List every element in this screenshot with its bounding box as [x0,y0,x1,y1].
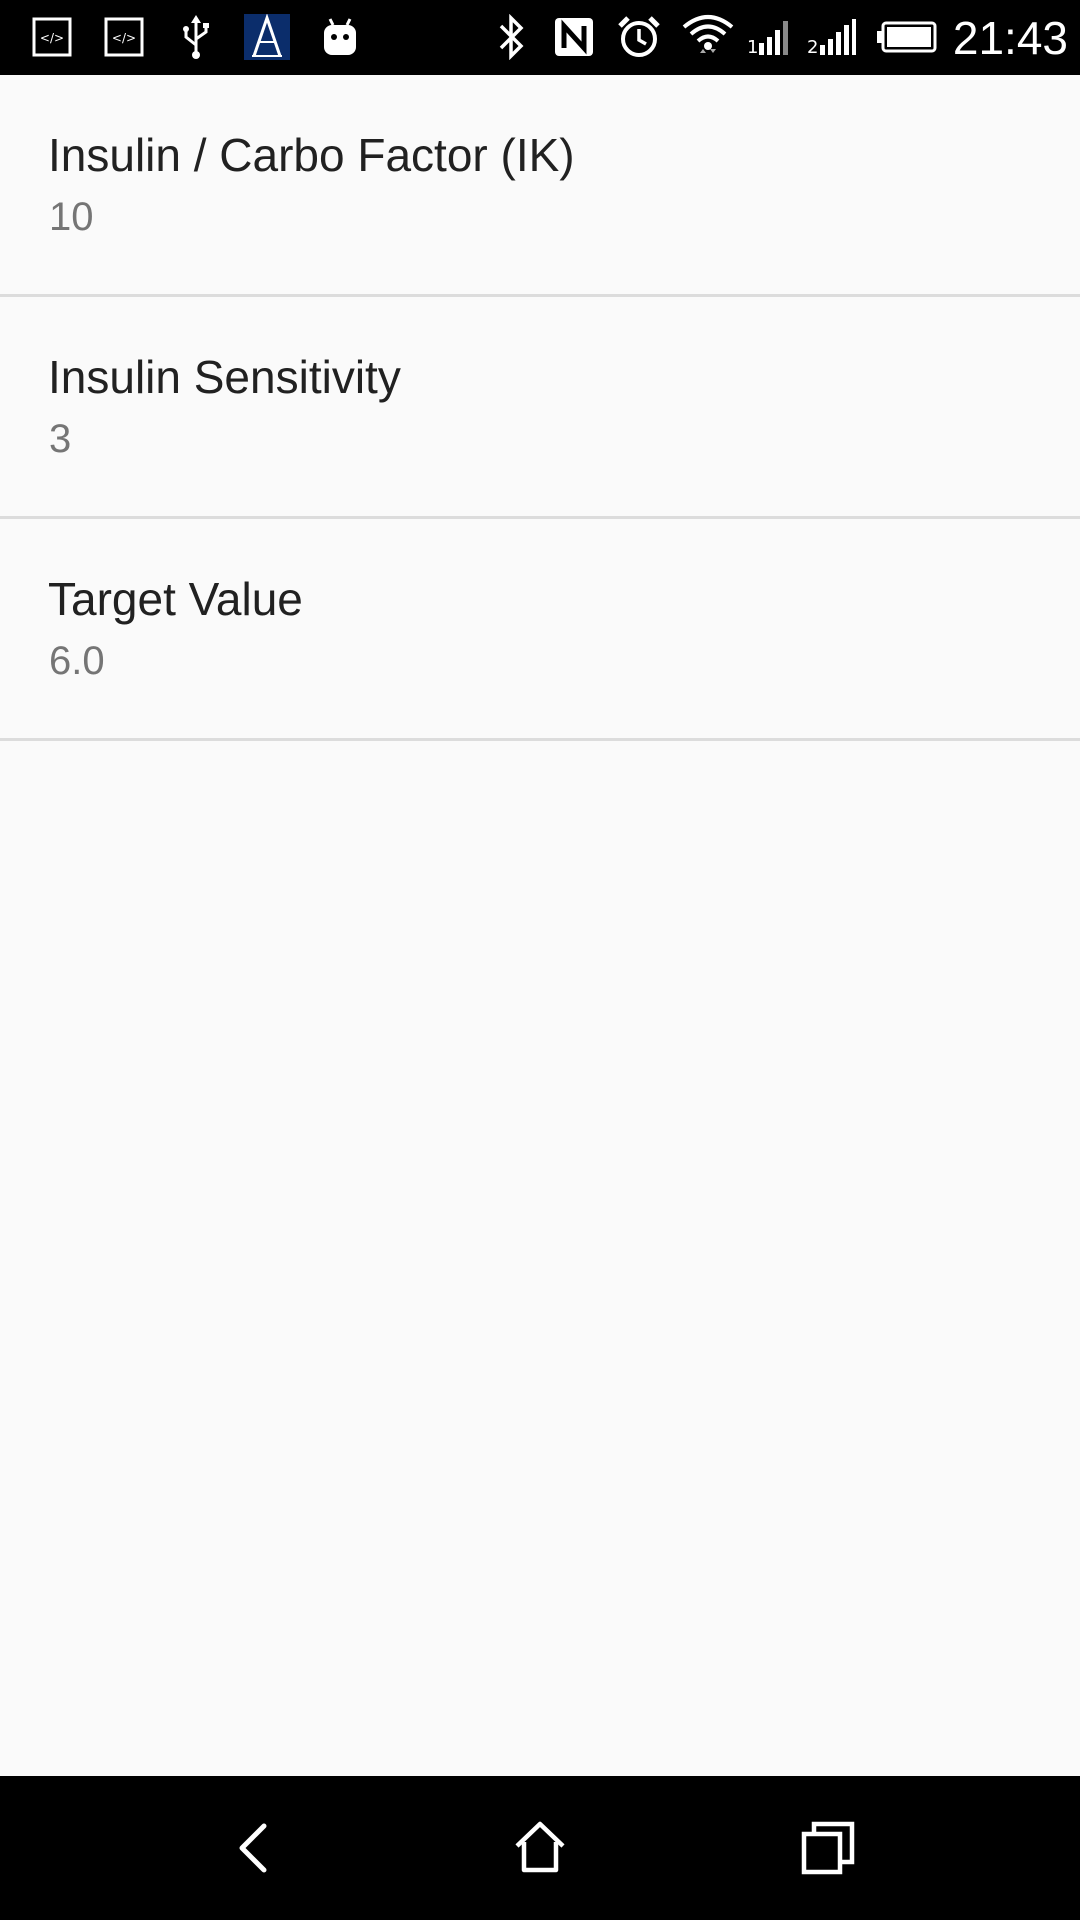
back-icon [239,1823,267,1873]
svg-text:2: 2 [807,37,818,57]
preference-summary: 6.0 [49,639,105,683]
signal-1-icon: 1 [746,12,794,62]
preference-target-value[interactable]: Target Value 6.0 [0,519,1080,741]
usb-icon [174,12,218,62]
home-icon [515,1821,565,1873]
dev-code-icon: </> [102,12,146,62]
status-clock: 21:43 [952,12,1068,64]
svg-text:1: 1 [747,37,758,57]
recents-icon [801,1821,855,1875]
preference-insulin-carbo-factor[interactable]: Insulin / Carbo Factor (IK) 10 [0,75,1080,297]
svg-text:</>: </> [40,31,64,45]
bluetooth-icon [492,12,532,62]
svg-text:</>: </> [112,31,136,45]
preference-insulin-sensitivity[interactable]: Insulin Sensitivity 3 [0,297,1080,519]
wifi-icon [680,12,736,62]
preference-summary: 3 [49,417,72,461]
nfc-icon [552,12,596,62]
home-button[interactable] [490,1798,590,1898]
alarm-icon [614,12,664,62]
preference-list: Insulin / Carbo Factor (IK) 10 Insulin S… [0,75,1080,741]
signal-2-icon: 2 [806,12,858,62]
status-bar: </> </> 1 2 21:43 [0,0,1080,75]
preference-summary: 10 [49,195,94,239]
battery-icon [876,12,938,62]
preference-title: Insulin / Carbo Factor (IK) [48,129,575,181]
preference-title: Target Value [48,573,303,625]
android-icon [318,12,362,62]
back-button[interactable] [202,1798,302,1898]
dev-code-icon: </> [30,12,74,62]
preference-title: Insulin Sensitivity [48,351,401,403]
app-a-icon [244,12,290,62]
navigation-bar [0,1776,1080,1920]
recents-button[interactable] [778,1798,878,1898]
screen: </> </> 1 2 21:43 Insulin / Carbo Factor… [0,0,1080,1920]
